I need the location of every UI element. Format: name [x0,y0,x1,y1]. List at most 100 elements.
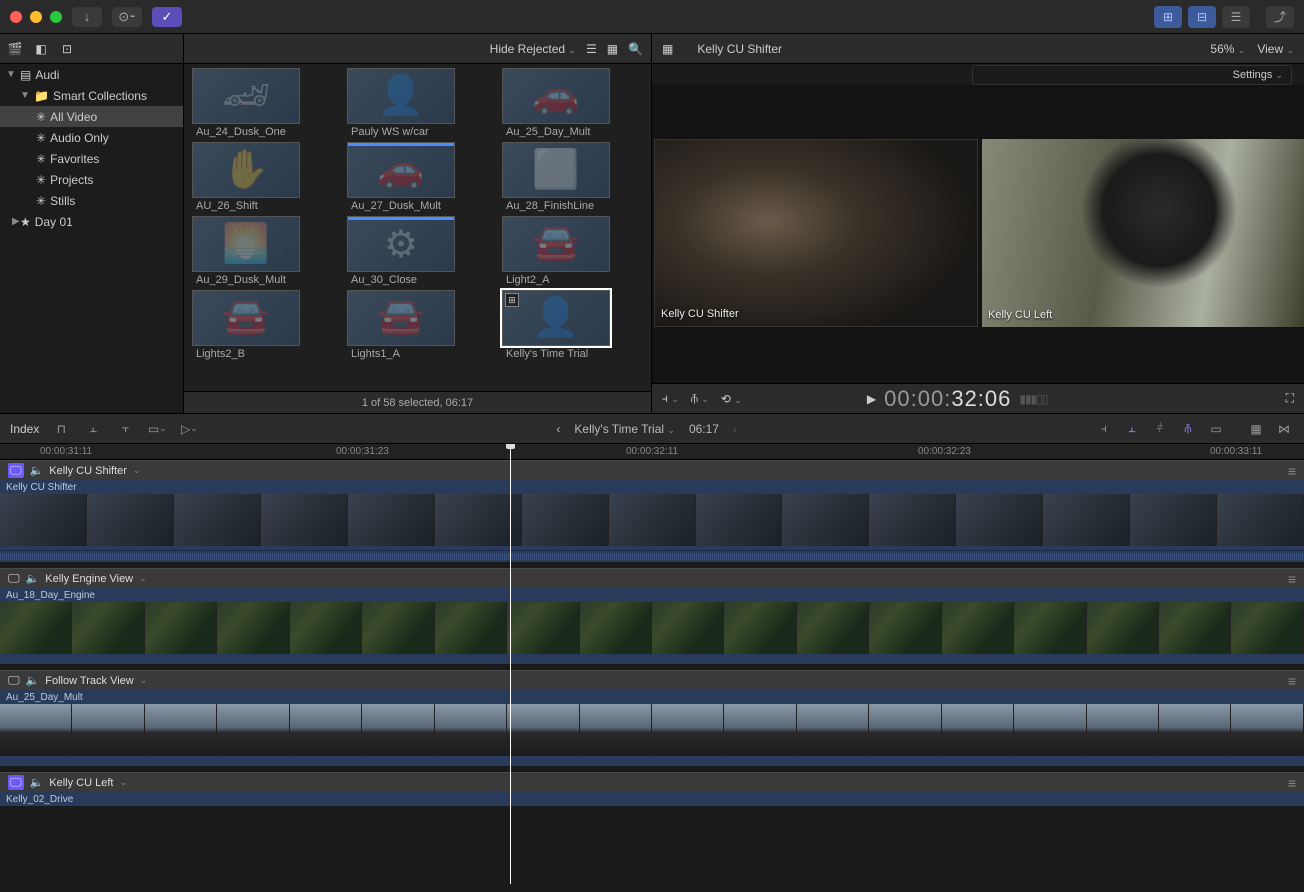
timeline[interactable]: 00:00:31:1100:00:31:2300:00:32:1100:00:3… [0,444,1304,884]
track-menu-icon[interactable]: ≡ [1288,673,1296,689]
clapperboard-icon[interactable]: 🎬 [6,40,24,58]
disclosure-triangle-icon[interactable]: ▼ [20,90,30,101]
audio-skim-icon[interactable]: ⫠ [1122,419,1142,439]
disclosure-triangle-icon[interactable]: ▼ [6,69,16,80]
video-monitor-icon[interactable]: 🖵 [8,571,20,586]
audio-monitor-icon[interactable]: 🔈 [30,776,44,789]
video-monitor-icon[interactable]: 🖵 [8,463,24,478]
timeline-track[interactable]: 🖵🔈Kelly CU Shifter ⌄≡Kelly CU Shifter [0,460,1304,562]
timeline-track[interactable]: 🖵🔈Follow Track View ⌄≡Au_25_Day_Mult [0,670,1304,766]
disclosure-triangle-icon[interactable]: ▶ [6,216,16,227]
insert-clip-icon[interactable]: ⫠ [83,419,103,439]
browser-footer: 1 of 58 selected, 06:17 [184,391,651,413]
smart-collection-stills[interactable]: ✳Stills [0,190,183,211]
clip-filmstrip[interactable] [0,602,1304,658]
solo-icon[interactable]: ⫩ [1150,419,1170,439]
smart-collection-audio-only[interactable]: ✳Audio Only [0,127,183,148]
track-header[interactable]: 🖵🔈Kelly Engine View ⌄≡ [0,568,1304,588]
fullscreen-icon[interactable]: ⛶ [1286,391,1294,406]
append-clip-icon[interactable]: ⫟ [115,419,135,439]
angle-view-1[interactable]: Kelly CU Shifter [654,139,978,327]
clip-label: Au_24_Dusk_One [192,124,333,138]
track-header[interactable]: 🖵🔈Kelly CU Left ⌄≡ [0,772,1304,792]
track-menu-icon[interactable]: ≡ [1288,463,1296,479]
audio-monitor-icon[interactable]: 🔈 [26,674,40,687]
track-menu-icon[interactable]: ≡ [1288,775,1296,791]
track-header[interactable]: 🖵🔈Kelly CU Shifter ⌄≡ [0,460,1304,480]
clip-appearance-icon[interactable]: ☰ [586,42,597,56]
search-icon[interactable]: 🔍 [628,42,643,56]
library-row-audi[interactable]: ▼ ▤ Audi [0,64,183,85]
audio-waveform[interactable] [0,550,1304,562]
timeline-track[interactable]: 🖵🔈Kelly Engine View ⌄≡Au_18_Day_Engine [0,568,1304,664]
project-name[interactable]: Kelly's Time Trial ⌄ [574,422,675,436]
list-view-icon[interactable]: ▦ [607,42,618,56]
smart-collection-favorites[interactable]: ✳Favorites [0,148,183,169]
share-button[interactable]: ⤴ [1266,6,1294,28]
audio-monitor-icon[interactable]: 🔈 [26,572,40,585]
view-dropdown[interactable]: View ⌄ [1257,42,1294,56]
clip-thumbnail[interactable]: 👤⊞Kelly's Time Trial [502,290,643,360]
audio-meter-icon[interactable]: ▮▮▮▯▯ [1019,392,1047,406]
tool-select-dropdown[interactable]: ▷ ⌄ [179,419,199,439]
video-monitor-icon[interactable]: 🖵 [8,673,20,688]
timeline-index-button[interactable]: Index [10,422,39,436]
smart-collection-all-video[interactable]: ✳All Video [0,106,183,127]
transitions-browser-icon[interactable]: ⋈ [1274,419,1294,439]
angle-viewer-icon[interactable]: ▦ [662,42,673,56]
track-menu-icon[interactable]: ≡ [1288,571,1296,587]
snap-icon[interactable]: ⫚ [1178,419,1198,439]
angle-view-2[interactable]: Kelly CU Left [982,139,1304,327]
retiming-icon[interactable]: ⟲ ⌄ [721,392,742,406]
skimming-icon[interactable]: ⫞ ⌄ [662,391,679,406]
background-tasks-button[interactable]: ✓ [152,7,182,27]
clip-thumbnail[interactable]: ⚙Au_30_Close [347,216,488,286]
clip-thumbnail[interactable]: 👤Pauly WS w/car [347,68,488,138]
clip-thumbnail[interactable]: 🚗Au_25_Day_Mult [502,68,643,138]
clip-thumbnail[interactable]: 🏎Au_24_Dusk_One [192,68,333,138]
clip-appearance-timeline-icon[interactable]: ▭ [1206,419,1226,439]
smart-collection-projects[interactable]: ✳Projects [0,169,183,190]
playhead-icon[interactable] [506,444,515,449]
connect-clip-icon[interactable]: ⊓ [51,419,71,439]
clip-thumbnail[interactable]: 🌅Au_29_Dusk_Mult [192,216,333,286]
video-monitor-icon[interactable]: 🖵 [8,775,24,790]
fullscreen-window-button[interactable] [50,11,62,23]
clip-thumbnail[interactable]: 🚘Lights1_A [347,290,488,360]
timeline-track[interactable]: 🖵🔈Kelly CU Left ⌄≡Kelly_02_Drive [0,772,1304,806]
clip-thumbnail[interactable]: ⬜Au_28_FinishLine [502,142,643,212]
timeline-ruler[interactable]: 00:00:31:1100:00:31:2300:00:32:1100:00:3… [0,444,1304,460]
effects-browser-icon[interactable]: ▦ [1246,419,1266,439]
timeline-history-back-icon[interactable]: ‹ [556,422,560,436]
timeline-history-fwd-icon[interactable]: › [733,422,737,436]
clip-filmstrip[interactable] [0,494,1304,550]
play-button[interactable]: ▶ [867,392,876,406]
clip-thumbnail[interactable]: 🚘Light2_A [502,216,643,286]
track-name: Kelly CU Shifter [49,465,127,477]
overwrite-clip-icon[interactable]: ▭ ⌄ [147,419,167,439]
clip-thumbnail[interactable]: 🚘Lights2_B [192,290,333,360]
audio-monitor-icon[interactable]: 🔈 [30,464,44,477]
angle-settings-dropdown[interactable]: Settings ⌄ [972,65,1292,85]
timeline-toggle-button[interactable]: ⊟ [1188,6,1216,28]
clip-filmstrip[interactable] [0,704,1304,760]
inspector-toggle-button[interactable]: ☰ [1222,6,1250,28]
clip-thumbnail[interactable]: ✋AU_26_Shift [192,142,333,212]
photos-icon[interactable]: ◧ [32,40,50,58]
smart-collections-folder[interactable]: ▼ 📁 Smart Collections [0,85,183,106]
skim-icon[interactable]: ⫞ [1094,419,1114,439]
titles-icon[interactable]: ⊡ [58,40,76,58]
close-window-button[interactable] [10,11,22,23]
minimize-window-button[interactable] [30,11,42,23]
viewer-body[interactable]: Kelly CU Shifter Kelly CU Left [652,86,1304,383]
import-button[interactable]: ↓ [72,7,102,27]
clip-thumbnail[interactable]: 🚗Au_27_Dusk_Mult [347,142,488,212]
snapping-icon[interactable]: ⫚ ⌄ [691,391,709,406]
filter-dropdown[interactable]: Hide Rejected ⌄ [490,42,576,56]
timecode-display[interactable]: 00:00:32:06 [884,386,1011,412]
keyword-editor-button[interactable]: ⊙⁃ [112,7,142,27]
event-day01[interactable]: ▶ ★ Day 01 [0,211,183,232]
browser-toggle-button[interactable]: ⊞ [1154,6,1182,28]
zoom-dropdown[interactable]: 56% ⌄ [1210,42,1245,56]
track-header[interactable]: 🖵🔈Follow Track View ⌄≡ [0,670,1304,690]
